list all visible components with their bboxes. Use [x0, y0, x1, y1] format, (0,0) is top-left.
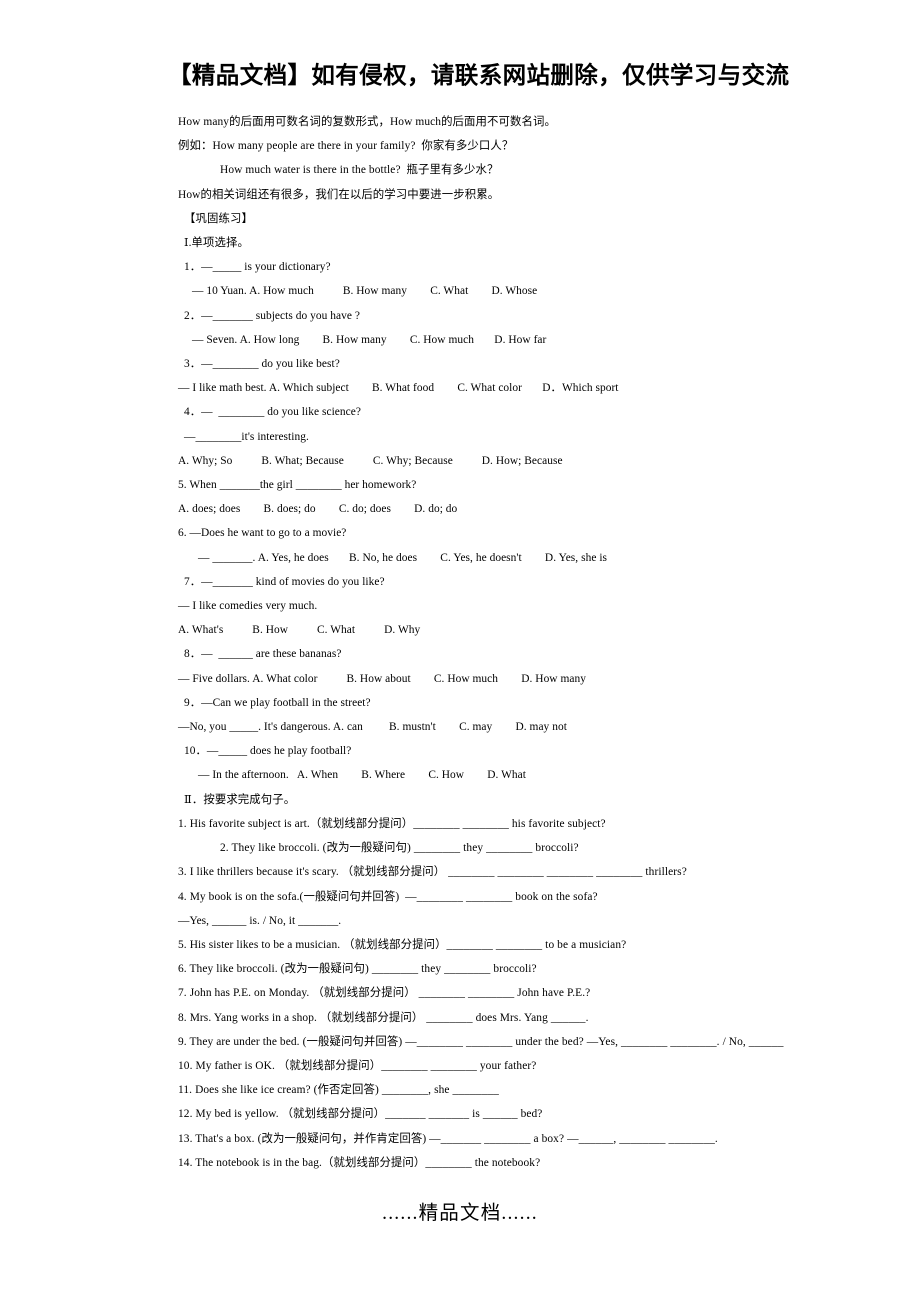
- section-2-item-2: 2. They like broccoli. (改为一般疑问句) _______…: [220, 842, 579, 855]
- question-7-options[interactable]: A. What's B. How C. What D. Why: [178, 618, 878, 642]
- question-8-option-b[interactable]: B. How about: [346, 673, 410, 685]
- question-10-option-d[interactable]: D. What: [487, 769, 526, 781]
- section-2-item-6: 6. They like broccoli. (改为一般疑问句) _______…: [178, 963, 537, 976]
- section-2-item-8: 8. Mrs. Yang works in a shop. （就划线部分提问） …: [178, 1011, 589, 1024]
- section-2-item-4-answer: —Yes, ______ is. / No, it _______.: [178, 914, 342, 927]
- document-page: 【精品文档】如有侵权，请联系网站删除，仅供学习与交流 How many的后面用可…: [0, 0, 920, 1302]
- question-6-option-d[interactable]: D. Yes, she is: [545, 552, 607, 564]
- intro-line-1: How many的后面用可数名词的复数形式，How much的后面用不可数名词。: [178, 116, 556, 128]
- question-8-answer: — Five dollars. A. What color: [178, 672, 318, 685]
- question-5-stem: 5. When _______the girl ________ her hom…: [178, 479, 417, 492]
- question-1-answer-row: — 10 Yuan. A. How much B. How many C. Wh…: [178, 279, 878, 303]
- question-1-option-c[interactable]: C. What: [430, 285, 468, 297]
- question-1-option-d[interactable]: D. Whose: [491, 285, 537, 297]
- question-10-option-b[interactable]: B. Where: [361, 769, 405, 781]
- question-6-option-b[interactable]: B. No, he does: [349, 552, 417, 564]
- question-9-answer: —No, you _____. It's dangerous. A. can: [178, 721, 363, 734]
- question-10-answer-row: — In the afternoon. A. When B. Where C. …: [178, 763, 878, 787]
- section-2-item-4: 4. My book is on the sofa.(一般疑问句并回答) —__…: [178, 890, 598, 903]
- intro-line-2: 例如：How many people are there in your fam…: [178, 140, 514, 153]
- question-2-answer: — Seven. A. How long: [192, 333, 300, 346]
- question-6-answer: — _______. A. Yes, he does: [198, 551, 329, 564]
- section-1-heading: Ⅰ.单项选择。: [184, 237, 250, 250]
- question-3-answer-row: — I like math best. A. Which subject B. …: [178, 376, 878, 400]
- question-6-answer-row: — _______. A. Yes, he does B. No, he doe…: [178, 546, 878, 570]
- question-10-answer: — In the afternoon. A. When: [198, 769, 339, 782]
- question-3-option-b[interactable]: B. What food: [372, 382, 434, 394]
- section-2-item-9: 9. They are under the bed. (一般疑问句并回答) —_…: [178, 1035, 784, 1048]
- question-3-option-c[interactable]: C. What color: [457, 382, 522, 394]
- question-9-stem: 9．—Can we play football in the street?: [184, 696, 371, 709]
- question-6-stem: 6. —Does he want to go to a movie?: [178, 527, 347, 540]
- section-2-item-1: 1. His favorite subject is art.（就划线部分提问）…: [178, 817, 606, 830]
- question-10-stem: 10．—_____ does he play football?: [184, 745, 352, 758]
- document-header-notice: 【精品文档】如有侵权，请联系网站删除，仅供学习与交流: [168, 63, 790, 89]
- question-9-answer-row: —No, you _____. It's dangerous. A. can B…: [178, 715, 878, 739]
- document-body: How many的后面用可数名词的复数形式，How much的后面用不可数名词。…: [178, 110, 878, 1175]
- question-3-stem: 3．—________ do you like best?: [184, 358, 340, 371]
- question-4-answer: —________it's interesting.: [184, 430, 309, 443]
- practice-heading: 【巩固练习】: [184, 212, 253, 225]
- question-3-option-d[interactable]: D．Which sport: [542, 382, 618, 394]
- section-2-item-5: 5. His sister likes to be a musician. （就…: [178, 938, 627, 951]
- intro-line-3: How much water is there in the bottle? 瓶…: [220, 164, 499, 177]
- question-2-stem: 2．—_______ subjects do you have ?: [184, 309, 360, 322]
- section-2-item-12: 12. My bed is yellow. （就划线部分提问）_______ _…: [178, 1108, 543, 1121]
- question-8-answer-row: — Five dollars. A. What color B. How abo…: [178, 667, 878, 691]
- question-1-stem: 1．—_____ is your dictionary?: [184, 261, 331, 274]
- question-4-stem: 4．— ________ do you like science?: [184, 406, 361, 419]
- question-6-option-c[interactable]: C. Yes, he doesn't: [440, 552, 521, 564]
- section-2-item-11: 11. Does she like ice cream? (作否定回答) ___…: [178, 1084, 499, 1097]
- document-footer-notice: ......精品文档......: [382, 1203, 538, 1224]
- section-2-item-13: 13. That's a box. (改为一般疑问句，并作肯定回答) —____…: [178, 1132, 718, 1145]
- question-3-answer: — I like math best. A. Which subject: [178, 382, 349, 395]
- question-1-answer: — 10 Yuan. A. How much: [192, 285, 314, 298]
- question-8-option-c[interactable]: C. How much: [434, 673, 498, 685]
- question-7-answer: — I like comedies very much.: [178, 600, 318, 613]
- section-2-item-7: 7. John has P.E. on Monday. （就划线部分提问） __…: [178, 987, 591, 1000]
- question-9-option-c[interactable]: C. may: [459, 721, 492, 733]
- question-8-option-d[interactable]: D. How many: [521, 673, 586, 685]
- question-1-option-b[interactable]: B. How many: [343, 285, 407, 297]
- question-2-answer-row: — Seven. A. How long B. How many C. How …: [178, 328, 878, 352]
- question-9-option-d[interactable]: D. may not: [515, 721, 566, 733]
- question-9-option-b[interactable]: B. mustn't: [389, 721, 436, 733]
- question-2-option-b[interactable]: B. How many: [323, 334, 387, 346]
- question-8-stem: 8．— ______ are these bananas?: [184, 648, 342, 661]
- question-2-option-d[interactable]: D. How far: [494, 334, 546, 346]
- question-2-option-c[interactable]: C. How much: [410, 334, 474, 346]
- question-5-options[interactable]: A. does; does B. does; do C. do; does D.…: [178, 497, 878, 521]
- question-10-option-c[interactable]: C. How: [428, 769, 464, 781]
- section-2-item-10: 10. My father is OK. （就划线部分提问）________ _…: [178, 1059, 537, 1072]
- section-2-item-3: 3. I like thrillers because it's scary. …: [178, 866, 687, 879]
- intro-line-4: How的相关词组还有很多，我们在以后的学习中要进一步积累。: [178, 188, 500, 201]
- section-2-item-14: 14. The notebook is in the bag.（就划线部分提问）…: [178, 1156, 541, 1169]
- question-7-stem: 7．—_______ kind of movies do you like?: [184, 575, 385, 588]
- question-4-options[interactable]: A. Why; So B. What; Because C. Why; Beca…: [178, 449, 878, 473]
- section-2-heading: Ⅱ．按要求完成句子。: [184, 793, 296, 806]
